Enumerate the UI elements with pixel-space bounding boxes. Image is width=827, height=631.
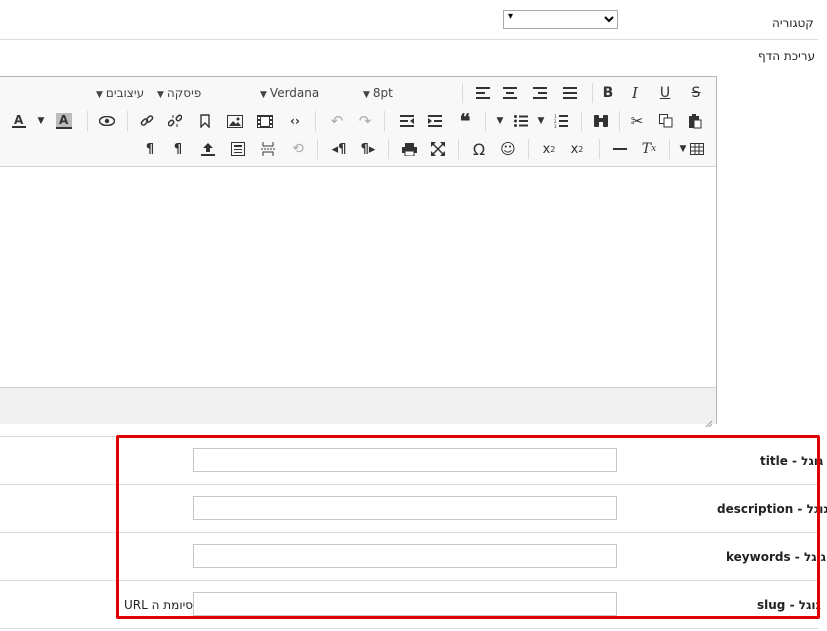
blockquote-icon[interactable]: ❝	[455, 109, 475, 133]
divider	[462, 83, 463, 103]
bookmark-icon[interactable]	[195, 111, 215, 131]
paragraph-dropdown[interactable]: ▼ פיסקה	[154, 86, 201, 100]
divider	[388, 139, 389, 159]
table-icon[interactable]	[689, 139, 705, 159]
divider	[315, 111, 316, 131]
divider	[127, 111, 128, 131]
subscript-icon[interactable]: x2	[539, 139, 559, 159]
bullet-list-icon[interactable]	[511, 111, 531, 131]
divider	[599, 139, 600, 159]
find-binoculars-icon[interactable]	[591, 111, 611, 131]
redo-icon[interactable]: ↷	[355, 111, 375, 131]
divider	[581, 111, 582, 131]
image-icon[interactable]	[225, 111, 245, 131]
undo-icon[interactable]: ↶	[327, 111, 347, 131]
resize-grip-icon[interactable]	[705, 413, 713, 428]
paragraph-mark-icon[interactable]: ¶	[140, 139, 160, 159]
align-left-icon[interactable]	[473, 83, 493, 103]
divider	[485, 111, 486, 131]
font-dropdown-label: Verdana	[269, 86, 320, 100]
paragraph-dropdown-label: פיסקה	[166, 86, 202, 100]
chevron-down-icon[interactable]: ▼	[35, 111, 47, 131]
superscript-icon[interactable]: x2	[567, 139, 587, 159]
copy-icon[interactable]	[656, 111, 676, 131]
print-icon[interactable]	[399, 139, 419, 159]
align-center-icon[interactable]	[500, 83, 520, 103]
source-code-icon[interactable]: ‹›	[285, 111, 305, 131]
bold-icon[interactable]: B	[599, 83, 617, 103]
history-icon[interactable]: ⟲	[288, 139, 308, 159]
upload-icon[interactable]	[198, 139, 218, 159]
chevron-down-icon[interactable]: ▼	[494, 111, 506, 131]
underline-icon[interactable]: U	[656, 83, 674, 103]
page-break-icon[interactable]	[258, 139, 278, 159]
category-label: קטגוריה	[772, 16, 814, 30]
category-select[interactable]	[503, 10, 618, 29]
divider	[528, 139, 529, 159]
highlight-box	[116, 435, 820, 619]
maximize-icon[interactable]	[428, 139, 448, 159]
rich-text-editor: ▼ עיצובים ▼ פיסקה ▼ Verdana ▼ 8pt B I U S A …	[0, 76, 717, 428]
indent-icon[interactable]	[425, 111, 445, 131]
styles-dropdown-label: עיצובים	[105, 86, 145, 100]
page-edit-label: עריכת הדף	[758, 49, 816, 63]
divider	[384, 111, 385, 131]
numbered-list-icon[interactable]: 123	[551, 111, 571, 131]
clear-formatting-icon[interactable]: Tx	[639, 139, 659, 159]
editor-toolbar: ▼ עיצובים ▼ פיסקה ▼ Verdana ▼ 8pt B I U S A …	[0, 77, 716, 167]
align-justify-icon[interactable]	[560, 83, 580, 103]
align-right-icon[interactable]	[530, 83, 550, 103]
size-dropdown[interactable]: ▼ 8pt	[360, 86, 393, 100]
divider	[669, 139, 670, 159]
editor-content-area[interactable]	[0, 167, 716, 386]
divider	[0, 39, 818, 40]
link-icon[interactable]	[137, 111, 157, 131]
svg-text:A: A	[59, 113, 69, 127]
strikethrough-icon[interactable]: S	[687, 83, 705, 103]
chevron-down-icon[interactable]: ▼	[535, 111, 547, 131]
styles-dropdown[interactable]: ▼ עיצובים	[93, 86, 144, 100]
paste-icon[interactable]	[685, 111, 705, 131]
divider	[458, 139, 459, 159]
divider	[0, 628, 818, 629]
preview-eye-icon[interactable]	[97, 111, 117, 131]
svg-text:A: A	[14, 113, 24, 127]
unlink-icon[interactable]	[165, 111, 185, 131]
rtl-direction-icon[interactable]: ¶▸	[358, 139, 378, 159]
smiley-icon[interactable]: ☺	[498, 139, 518, 159]
background-color-icon[interactable]: A	[54, 111, 74, 131]
special-character-omega-icon[interactable]: Ω	[469, 139, 489, 159]
form-icon[interactable]	[228, 139, 248, 159]
font-dropdown[interactable]: ▼ Verdana	[257, 86, 319, 100]
divider	[592, 83, 593, 103]
font-color-icon[interactable]: A	[9, 111, 29, 131]
outdent-icon[interactable]	[397, 111, 417, 131]
paragraph-mark-icon[interactable]: ¶	[168, 139, 188, 159]
video-icon[interactable]	[255, 111, 275, 131]
divider	[317, 139, 318, 159]
horizontal-line-icon[interactable]	[610, 139, 630, 159]
divider	[87, 111, 88, 131]
chevron-down-icon[interactable]: ▼	[677, 139, 689, 159]
cut-scissors-icon[interactable]: ✂	[627, 111, 647, 131]
svg-text:3: 3	[554, 124, 557, 128]
divider	[619, 111, 620, 131]
ltr-direction-icon[interactable]: ◂¶	[329, 139, 349, 159]
size-dropdown-label: 8pt	[372, 86, 393, 100]
italic-icon[interactable]: I	[626, 83, 644, 103]
editor-status-bar	[0, 387, 716, 428]
